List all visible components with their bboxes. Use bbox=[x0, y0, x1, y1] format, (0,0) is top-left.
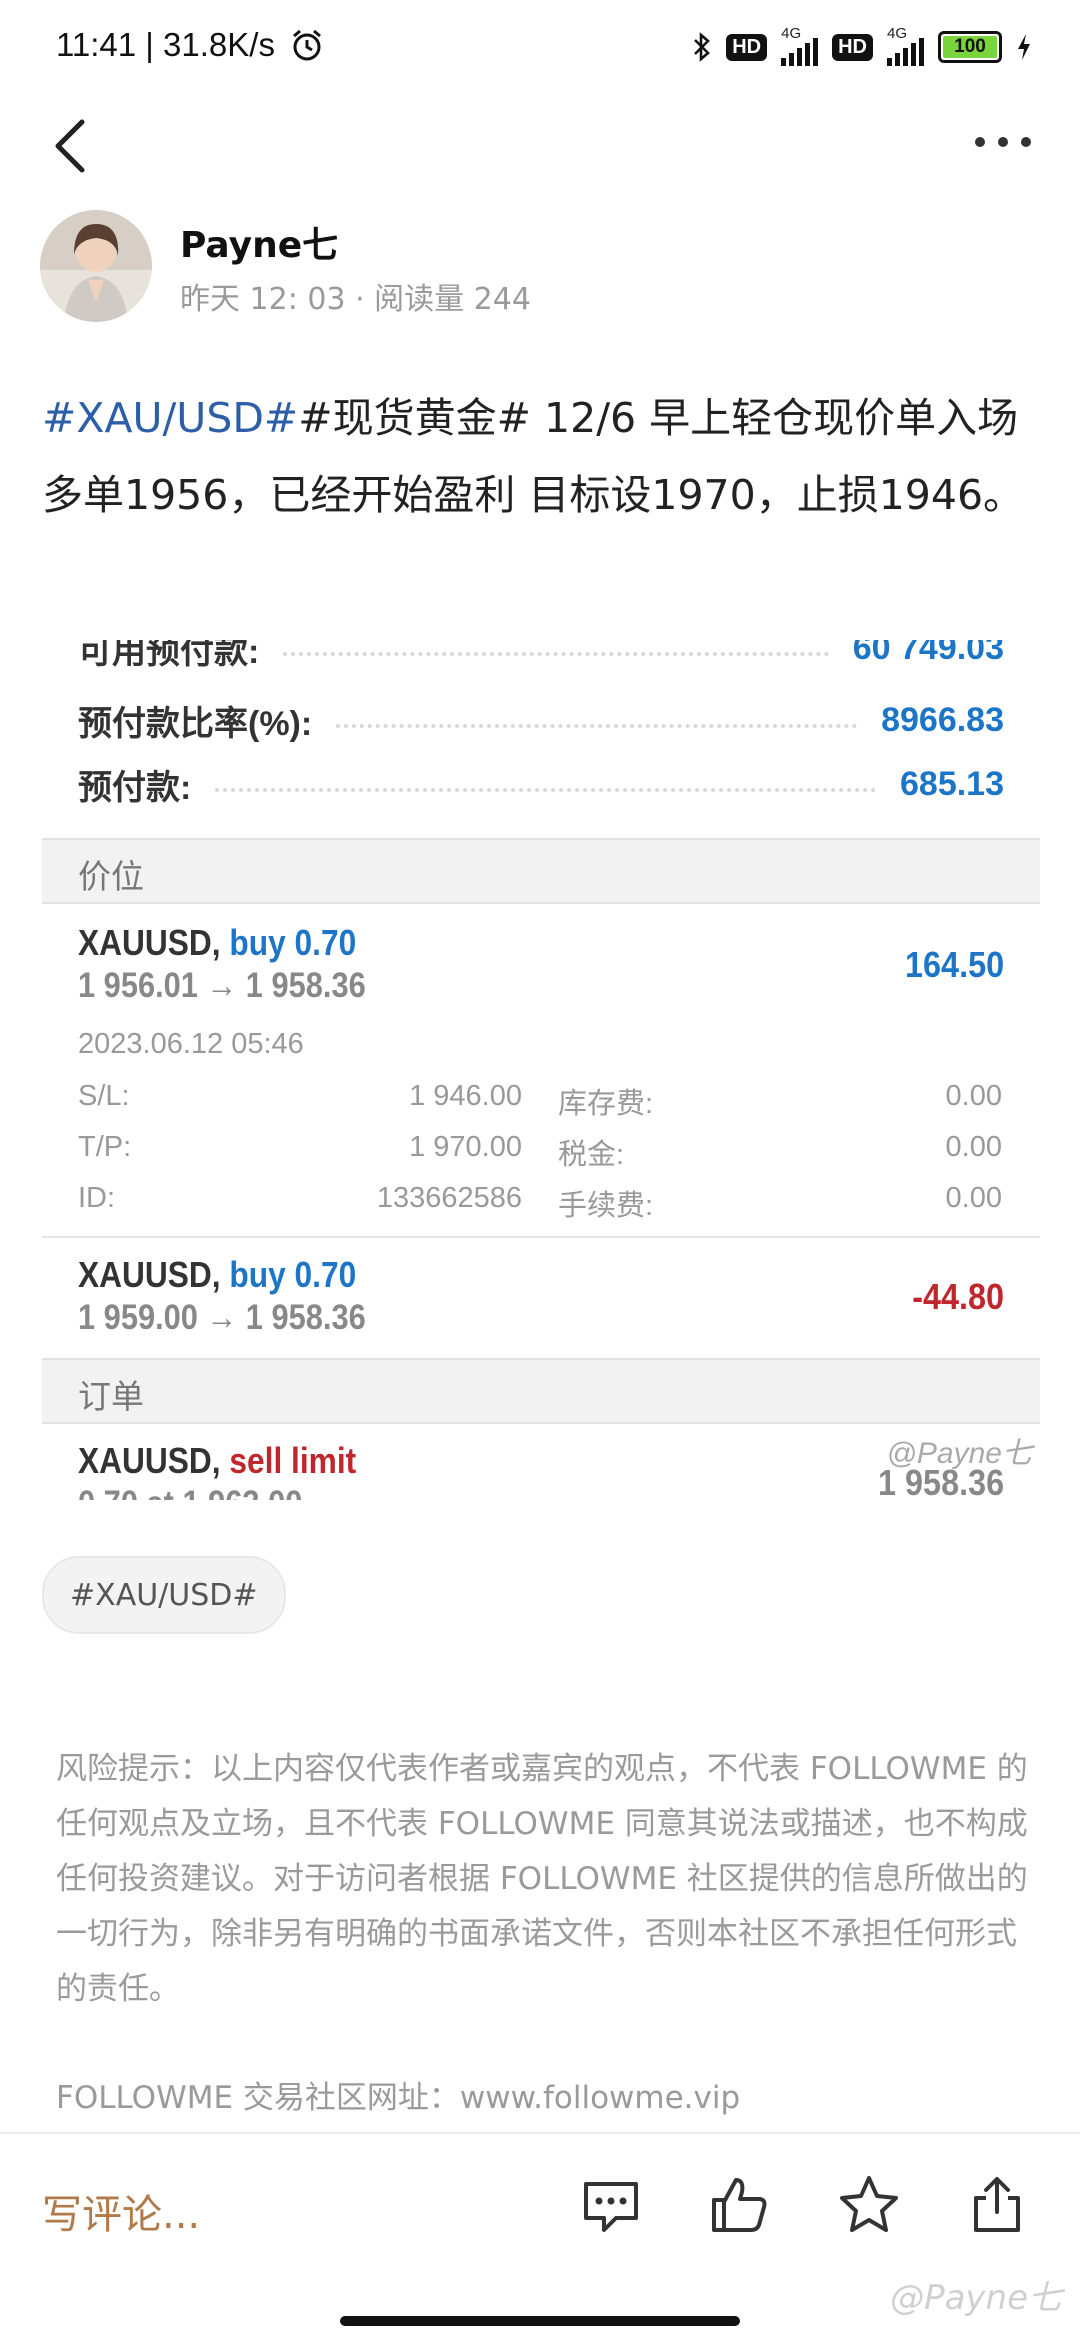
more-options-icon[interactable] bbox=[968, 122, 1038, 162]
order1-title: XAUUSD, sell limit bbox=[78, 1440, 356, 1482]
post-meta: 昨天 12: 03 · 阅读量 244 bbox=[180, 282, 531, 317]
positions-header-label: 价位 bbox=[78, 858, 144, 895]
swap-label: 库存费: bbox=[558, 1088, 654, 1120]
id-label: ID: bbox=[78, 1182, 116, 1214]
share-icon[interactable] bbox=[964, 2172, 1030, 2238]
top-nav bbox=[0, 100, 1080, 190]
trade-screenshot[interactable]: 可用预付款: 60 749.03 预付款比率(%): 8966.83 预付款: … bbox=[42, 640, 1040, 1500]
position2-symbol: XAUUSD, bbox=[78, 1254, 221, 1295]
margin-level-label: 预付款比率(%): bbox=[78, 704, 313, 743]
battery-level: 100 bbox=[954, 36, 986, 57]
id-value: 133662586 bbox=[376, 1182, 522, 1214]
home-indicator[interactable] bbox=[340, 2316, 740, 2326]
position1-side: buy 0.70 bbox=[229, 922, 357, 963]
charging-icon bbox=[1018, 34, 1030, 60]
margin-row: 预付款: 685.13 bbox=[78, 758, 1004, 810]
hd-badge-2: HD bbox=[832, 33, 873, 61]
battery-icon: 100 bbox=[938, 31, 1002, 63]
network-type-1: 4G bbox=[781, 25, 802, 42]
author-header: Payne七 昨天 12: 03 · 阅读量 244 bbox=[40, 210, 1040, 325]
position2-profit: -44.80 bbox=[912, 1276, 1004, 1317]
favorite-icon[interactable] bbox=[836, 2172, 902, 2238]
page-watermark: @Payne七 bbox=[890, 2278, 1062, 2318]
position1-title: XAUUSD, buy 0.70 bbox=[78, 922, 356, 964]
post-tag-link[interactable]: #XAU/USD# bbox=[42, 394, 298, 442]
free-margin-label: 可用预付款: bbox=[78, 640, 260, 671]
signal-icon-1 bbox=[781, 38, 819, 66]
position1-prices: 1 956.01 → 1 958.36 bbox=[78, 966, 366, 1005]
free-margin-value: 60 749.03 bbox=[852, 640, 1004, 667]
margin-value: 685.13 bbox=[900, 764, 1004, 803]
position2-title: XAUUSD, buy 0.70 bbox=[78, 1254, 356, 1296]
status-time-speed: 11:41 | 31.8K/s bbox=[56, 26, 275, 63]
status-indicators: HD 4G HD 4G 100 bbox=[692, 25, 1032, 66]
position2-side: buy 0.70 bbox=[229, 1254, 357, 1295]
bluetooth-icon bbox=[694, 32, 711, 62]
position-divider bbox=[42, 1236, 1040, 1238]
swap-value: 0.00 bbox=[945, 1080, 1002, 1112]
margin-label: 预付款: bbox=[78, 768, 192, 807]
network-type-2: 4G bbox=[887, 25, 908, 42]
tax-label: 税金: bbox=[558, 1139, 625, 1171]
tp-label: T/P: bbox=[78, 1131, 132, 1163]
hd-badge-1: HD bbox=[726, 33, 768, 61]
write-comment-button[interactable]: 写评论... bbox=[42, 2182, 200, 2240]
order1-price: 1 958.36 bbox=[877, 1462, 1004, 1500]
site-address: FOLLOWME 交易社区网址：www.followme.vip bbox=[56, 2080, 741, 2116]
position1-symbol: XAUUSD, bbox=[78, 922, 221, 963]
sl-label: S/L: bbox=[78, 1080, 130, 1112]
position1-profit: 164.50 bbox=[904, 944, 1004, 985]
tp-value: 1 970.00 bbox=[409, 1131, 522, 1163]
position2-prices: 1 959.00 → 1 958.36 bbox=[78, 1298, 366, 1337]
order1-side: sell limit bbox=[229, 1440, 357, 1481]
alarm-icon bbox=[293, 29, 321, 61]
margin-level-row: 预付款比率(%): 8966.83 bbox=[78, 694, 1004, 746]
fee-label: 手续费: bbox=[558, 1190, 654, 1222]
sl-value: 1 946.00 bbox=[409, 1080, 522, 1112]
orders-header-label: 订单 bbox=[78, 1378, 144, 1415]
positions-section-header: 价位 bbox=[42, 838, 1040, 904]
margin-level-value: 8966.83 bbox=[881, 700, 1004, 739]
free-margin-row: 可用预付款: 60 749.03 bbox=[78, 640, 1004, 674]
back-icon[interactable] bbox=[44, 114, 104, 178]
tax-value: 0.00 bbox=[945, 1131, 1002, 1163]
topic-tag-chip[interactable]: #XAU/USD# bbox=[42, 1556, 286, 1634]
position1-datetime: 2023.06.12 05:46 bbox=[78, 1028, 304, 1060]
comment-icon[interactable] bbox=[578, 2172, 644, 2238]
status-bar: 11:41 | 31.8K/s HD 4G HD 4G 100 bbox=[0, 0, 1080, 96]
order1-partial: 0.70 at 1 963.00 bbox=[78, 1484, 302, 1500]
post-body: #XAU/USD##现货黄金# 12/6 早上轻仓现价单入场 多单1956，已经… bbox=[42, 380, 1042, 534]
avatar[interactable] bbox=[40, 210, 152, 322]
order1-symbol: XAUUSD, bbox=[78, 1440, 221, 1481]
signal-icon-2 bbox=[887, 38, 924, 66]
like-icon[interactable] bbox=[706, 2172, 772, 2238]
risk-disclaimer: 风险提示：以上内容仅代表作者或嘉宾的观点，不代表 FOLLOWME 的任何观点及… bbox=[56, 1751, 1028, 2007]
orders-section-header: 订单 bbox=[42, 1358, 1040, 1424]
author-name[interactable]: Payne七 bbox=[180, 216, 338, 268]
fee-value: 0.00 bbox=[945, 1182, 1002, 1214]
